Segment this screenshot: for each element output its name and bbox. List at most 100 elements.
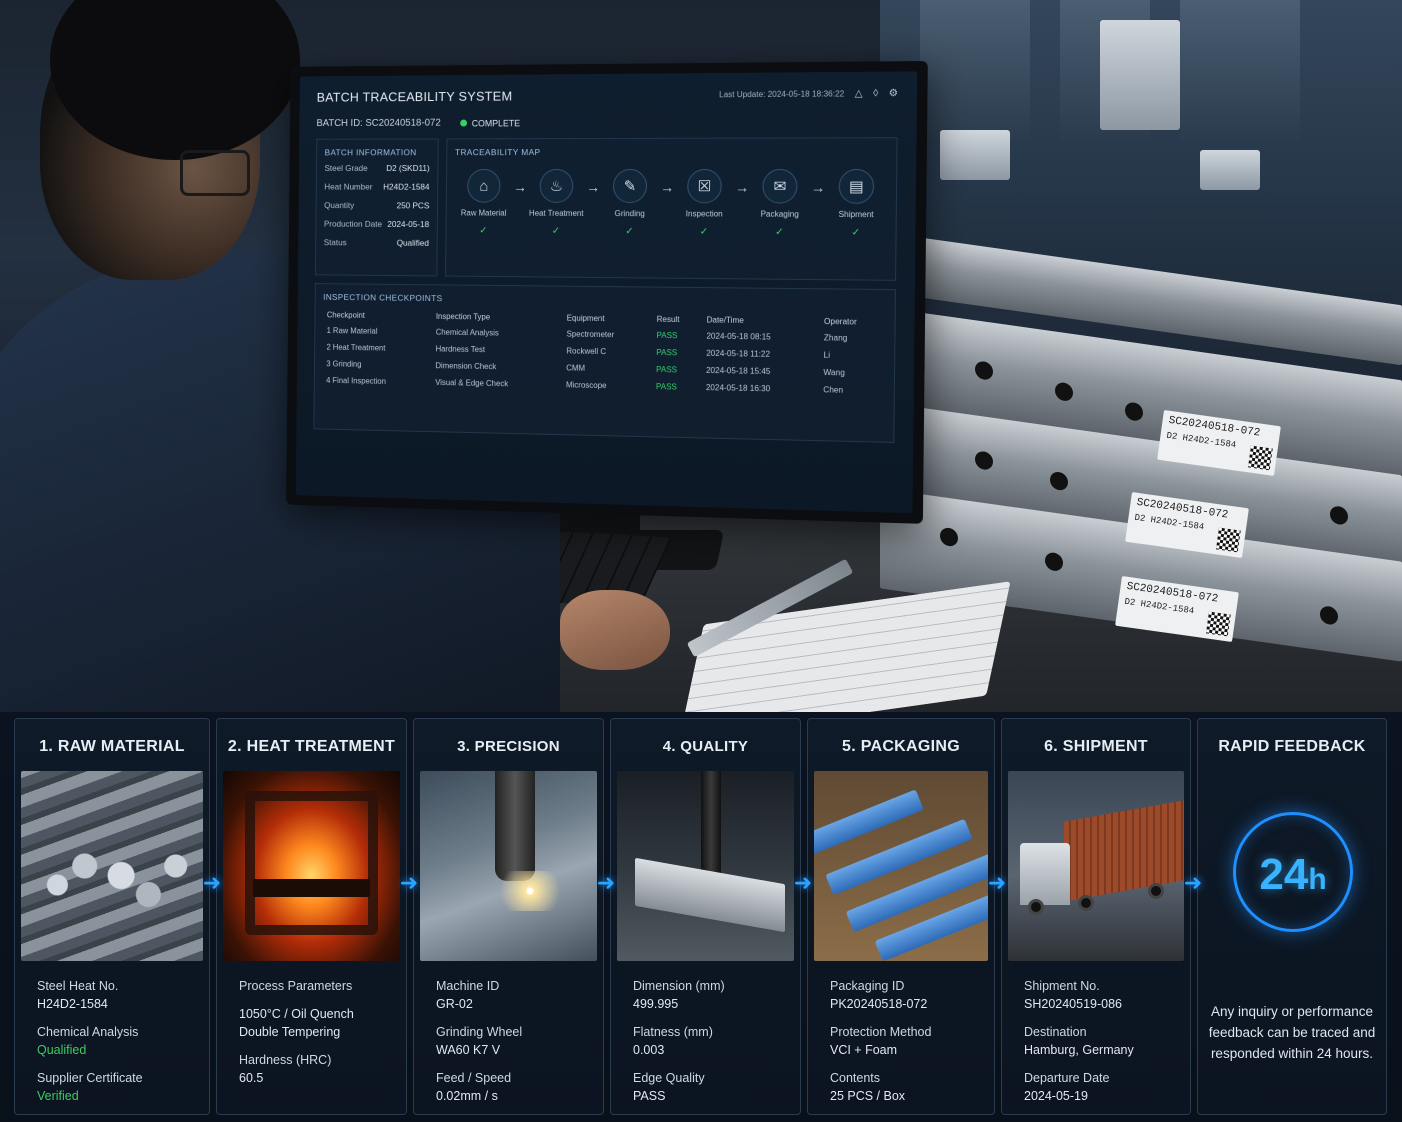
status-text: COMPLETE [472, 118, 520, 128]
field-value: VCI + Foam [830, 1041, 972, 1059]
packaging-image [814, 771, 988, 961]
panel-heading: INSPECTION CHECKPOINTS [323, 292, 886, 308]
field-label: Packaging ID [830, 977, 972, 995]
info-row: Production Date 2024-05-18 [324, 219, 429, 229]
raw-material-image [21, 771, 203, 961]
gear-icon[interactable]: ⚙ [889, 88, 899, 99]
factory-icon: ⌂ [467, 169, 500, 203]
arrow-right-icon: → [513, 179, 527, 195]
field-label: Edge Quality [633, 1069, 778, 1087]
flow-step-grinding[interactable]: ✎ Grinding ✓ [600, 169, 661, 237]
field-value: PK20240518-072 [830, 995, 972, 1013]
info-row: Steel Grade D2 (SKD11) [324, 163, 429, 173]
monitor: BATCH TRACEABILITY SYSTEM Last Update: 2… [286, 61, 928, 524]
stage-title: 6. SHIPMENT [1008, 719, 1184, 771]
flow-step-raw-material[interactable]: ⌂ Raw Material ✓ [454, 169, 513, 236]
arrow-right-icon: → [586, 179, 600, 195]
flow-step-packaging[interactable]: ✉ Packaging ✓ [749, 169, 811, 238]
info-row: Status Qualified [324, 237, 429, 247]
stage-title: 3. PRECISION MACHHING [420, 719, 597, 771]
field-value: Double Tempering [239, 1023, 384, 1041]
field-value: 2024-05-19 [1024, 1087, 1168, 1105]
app-title: BATCH TRACEABILITY SYSTEM [317, 89, 513, 105]
rapid-feedback-card: RAPID FEEDBACK 24h Any inquiry or perfor… [1197, 718, 1387, 1115]
check-icon: ✓ [600, 226, 660, 237]
arrow-right-icon: → [811, 179, 826, 195]
field-value: GR-02 [436, 995, 581, 1013]
stage-card-shipment: 6. SHIPMENT Shipment No. SH20240519-086 D… [1001, 718, 1191, 1115]
check-icon: ✓ [825, 227, 888, 239]
status-dot-icon [460, 120, 467, 127]
arrow-right-icon: → [660, 179, 674, 195]
arrow-right-icon: → [735, 179, 749, 195]
process-strip: 1. RAW MATERIAL Steel Heat No. H24D2-1584… [0, 712, 1402, 1122]
batch-information-panel: BATCH INFORMATION Steel Grade D2 (SKD11) … [315, 138, 439, 276]
field-value: 499.995 [633, 995, 778, 1013]
field-label: Hardness (HRC) [239, 1051, 384, 1069]
field-value: 1050°C / Oil Quench [239, 1005, 384, 1023]
stage-card-heat-treatment: 2. HEAT TREATMENT Process Parameters 105… [216, 718, 407, 1115]
field-label: Grinding Wheel [436, 1023, 581, 1041]
inspection-box-icon: ☒ [687, 169, 722, 203]
flow-step-heat-treatment[interactable]: ♨ Heat Treatment ✓ [526, 169, 586, 237]
furnace-icon: ♨ [540, 169, 574, 203]
cnc-machine [1200, 150, 1260, 190]
check-icon: ✓ [454, 225, 513, 236]
stage-card-precision-machining: 3. PRECISION MACHHING Machine ID GR-02 Gr… [413, 718, 604, 1115]
field-label: Chemical Analysis [37, 1023, 187, 1041]
field-label: Destination [1024, 1023, 1168, 1041]
batch-id: BATCH ID: SC20240518-072 [316, 118, 440, 129]
qr-code-icon [1206, 611, 1231, 636]
truck-icon: ▤ [839, 169, 875, 204]
feedback-hours: 24h [1236, 850, 1350, 900]
stage-title: RAPID FEEDBACK [1204, 719, 1380, 771]
status-badge: COMPLETE [460, 118, 520, 128]
inspection-image [617, 771, 794, 961]
field-value: 0.003 [633, 1041, 778, 1059]
feedback-text: Any inquiry or performance feedback can … [1208, 1001, 1376, 1064]
field-label: Process Parameters [239, 977, 384, 995]
column-header: Operator [820, 314, 887, 330]
panel-heading: BATCH INFORMATION [325, 147, 430, 157]
stage-card-packaging: 5. PACKAGING Packaging ID PK20240518-072 … [807, 718, 995, 1115]
arrow-right-icon: ➜ [594, 871, 618, 895]
panel-heading: TRACEABILITY MAP [455, 146, 888, 157]
field-label: Feed / Speed [436, 1069, 581, 1087]
glasses [180, 150, 250, 196]
stage-title: 4. QUALITY INSPECTION [617, 719, 794, 771]
cnc-machine [1100, 20, 1180, 130]
arrow-right-icon: ➜ [791, 871, 815, 895]
field-value: Verified [37, 1087, 187, 1105]
pen-tool-icon: ✎ [613, 169, 647, 203]
package-icon: ✉ [762, 169, 797, 204]
field-value: SH20240519-086 [1024, 995, 1168, 1013]
field-label: Flatness (mm) [633, 1023, 778, 1041]
flow-step-shipment[interactable]: ▤ Shipment ✓ [825, 169, 888, 239]
machining-image [420, 771, 597, 961]
field-value: H24D2-1584 [37, 995, 187, 1013]
field-value: Hamburg, Germany [1024, 1041, 1168, 1059]
bell-icon[interactable]: △ [855, 88, 863, 99]
qr-code-icon [1216, 527, 1241, 552]
field-label: Contents [830, 1069, 972, 1087]
notification-icon[interactable]: ◊ [873, 88, 878, 99]
flow-step-inspection[interactable]: ☒ Inspection ✓ [674, 169, 736, 238]
field-value: 60.5 [239, 1069, 384, 1087]
arrow-right-icon: ➜ [397, 871, 421, 895]
arrow-right-icon: ➜ [985, 871, 1009, 895]
field-label: Supplier Certificate [37, 1069, 187, 1087]
field-label: Shipment No. [1024, 977, 1168, 995]
field-value: WA60 K7 V [436, 1041, 581, 1059]
field-value: Qualified [37, 1041, 187, 1059]
field-value: 25 PCS / Box [830, 1087, 972, 1105]
traceability-app-screen: BATCH TRACEABILITY SYSTEM Last Update: 2… [296, 71, 918, 513]
field-label: Protection Method [830, 1023, 972, 1041]
qr-code-icon [1248, 445, 1273, 470]
column-header: Date/Time [702, 312, 820, 329]
truck-image [1008, 771, 1184, 961]
stage-card-raw-material: 1. RAW MATERIAL Steel Heat No. H24D2-1584… [14, 718, 210, 1115]
operator-head [40, 0, 260, 280]
cnc-machine [940, 130, 1010, 180]
furnace-image [223, 771, 400, 961]
clock-ring-icon: 24h [1233, 812, 1353, 932]
